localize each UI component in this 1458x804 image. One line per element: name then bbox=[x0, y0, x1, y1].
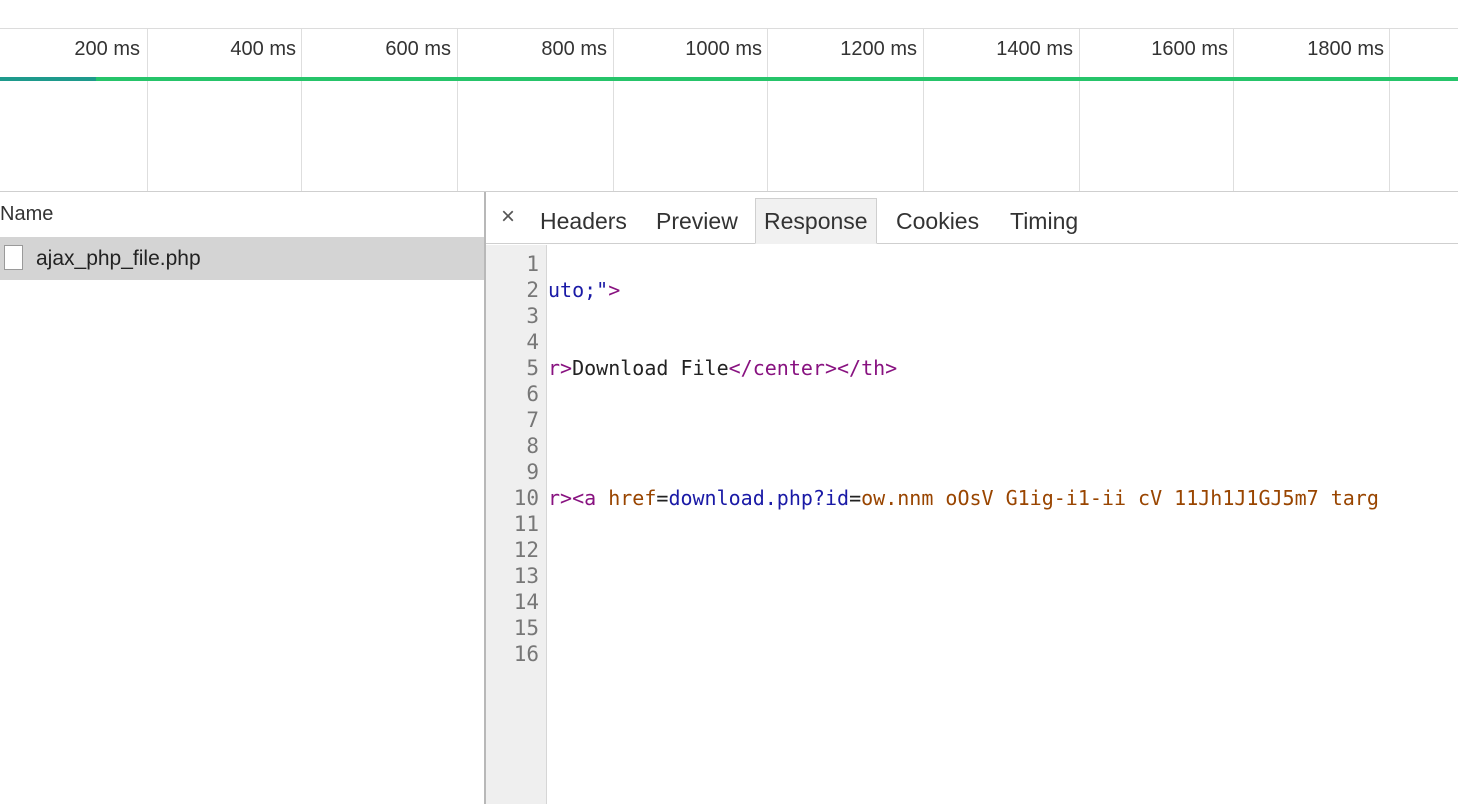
code-equals: = bbox=[849, 486, 862, 510]
timeline-waiting-bar bbox=[0, 77, 96, 81]
document-icon bbox=[4, 245, 23, 270]
timeline-gridline bbox=[923, 29, 924, 191]
code-tag: r><a bbox=[548, 486, 597, 510]
code-tag: > bbox=[608, 278, 621, 302]
timeline-tick-label: 800 ms bbox=[541, 38, 607, 60]
code-line-2: uto;"> bbox=[548, 277, 620, 303]
request-detail-panel: × Headers Preview Response Cookies Timin… bbox=[486, 192, 1458, 804]
code-equals: = bbox=[656, 486, 669, 510]
line-number: 2 bbox=[526, 278, 539, 302]
line-number: 7 bbox=[526, 408, 539, 432]
timeline-tick-label: 1200 ms bbox=[840, 38, 917, 60]
timeline-gridline bbox=[301, 29, 302, 191]
timeline-gridline bbox=[613, 29, 614, 191]
line-number: 11 bbox=[513, 512, 539, 536]
timeline-tick-label: 1800 ms bbox=[1307, 38, 1384, 60]
line-number: 1 bbox=[526, 252, 539, 276]
timeline-tick-label: 1000 ms bbox=[685, 38, 762, 60]
code-attr-name: href bbox=[596, 486, 657, 510]
timeline-tick-label: 1600 ms bbox=[1151, 38, 1228, 60]
timeline-tick-label: 600 ms bbox=[385, 38, 451, 60]
line-number: 5 bbox=[526, 356, 539, 380]
timeline-gridline bbox=[147, 29, 148, 191]
code-tag: r> bbox=[548, 356, 573, 380]
request-list: Name ajax_php_file.php bbox=[0, 192, 484, 804]
line-number: 6 bbox=[526, 382, 539, 406]
timeline-gridline bbox=[1389, 29, 1390, 191]
code-tag: </center></th> bbox=[728, 356, 898, 380]
detail-tab-bar: × Headers Preview Response Cookies Timin… bbox=[486, 192, 1458, 244]
tab-headers[interactable]: Headers bbox=[532, 198, 635, 244]
code-text: Download File bbox=[572, 356, 729, 380]
line-number: 10 bbox=[513, 486, 539, 510]
timeline-tick-label: 1400 ms bbox=[996, 38, 1073, 60]
tab-response[interactable]: Response bbox=[755, 198, 877, 244]
request-row[interactable]: ajax_php_file.php bbox=[0, 237, 484, 280]
line-number: 4 bbox=[526, 330, 539, 354]
line-number: 13 bbox=[513, 564, 539, 588]
line-number-gutter: 1 2 3 4 5 6 7 8 9 10 11 12 13 14 15 16 bbox=[486, 245, 547, 804]
line-number: 8 bbox=[526, 434, 539, 458]
tab-cookies[interactable]: Cookies bbox=[888, 198, 987, 244]
tab-preview[interactable]: Preview bbox=[648, 198, 746, 244]
line-number: 3 bbox=[526, 304, 539, 328]
code-attr-value: ow.nnm oOsV G1ig-i1-ii cV 11Jh1J1GJ5m7 t… bbox=[861, 486, 1379, 510]
timeline-tick-label: 400 ms bbox=[230, 38, 296, 60]
timeline-receiving-bar bbox=[96, 77, 1458, 81]
timeline-gridline bbox=[1233, 29, 1234, 191]
code-attr-value: download.php?id bbox=[668, 486, 850, 510]
name-column-header[interactable]: Name bbox=[0, 192, 484, 236]
code-line-10: r><a href=download.php?id=ow.nnm oOsV G1… bbox=[548, 485, 1379, 511]
response-code-viewer[interactable]: 1 2 3 4 5 6 7 8 9 10 11 12 13 14 15 16 u… bbox=[486, 245, 1458, 804]
tab-timing[interactable]: Timing bbox=[1002, 198, 1086, 244]
line-number: 14 bbox=[513, 590, 539, 614]
code-attr-value: uto;" bbox=[548, 278, 609, 302]
line-number: 16 bbox=[513, 642, 539, 666]
line-number: 15 bbox=[513, 616, 539, 640]
timeline-tick-label: 200 ms bbox=[74, 38, 140, 60]
code-line-5: r>Download File</center></th> bbox=[548, 355, 897, 381]
line-number: 12 bbox=[513, 538, 539, 562]
timeline-gridline bbox=[1079, 29, 1080, 191]
timeline-overview[interactable]: 200 ms 400 ms 600 ms 800 ms 1000 ms 1200… bbox=[0, 0, 1458, 192]
close-icon[interactable]: × bbox=[496, 205, 520, 229]
timeline-gridline bbox=[457, 29, 458, 191]
request-file-name: ajax_php_file.php bbox=[36, 247, 201, 270]
timeline-gridline bbox=[767, 29, 768, 191]
line-number: 9 bbox=[526, 460, 539, 484]
timeline-top-divider bbox=[0, 28, 1458, 29]
